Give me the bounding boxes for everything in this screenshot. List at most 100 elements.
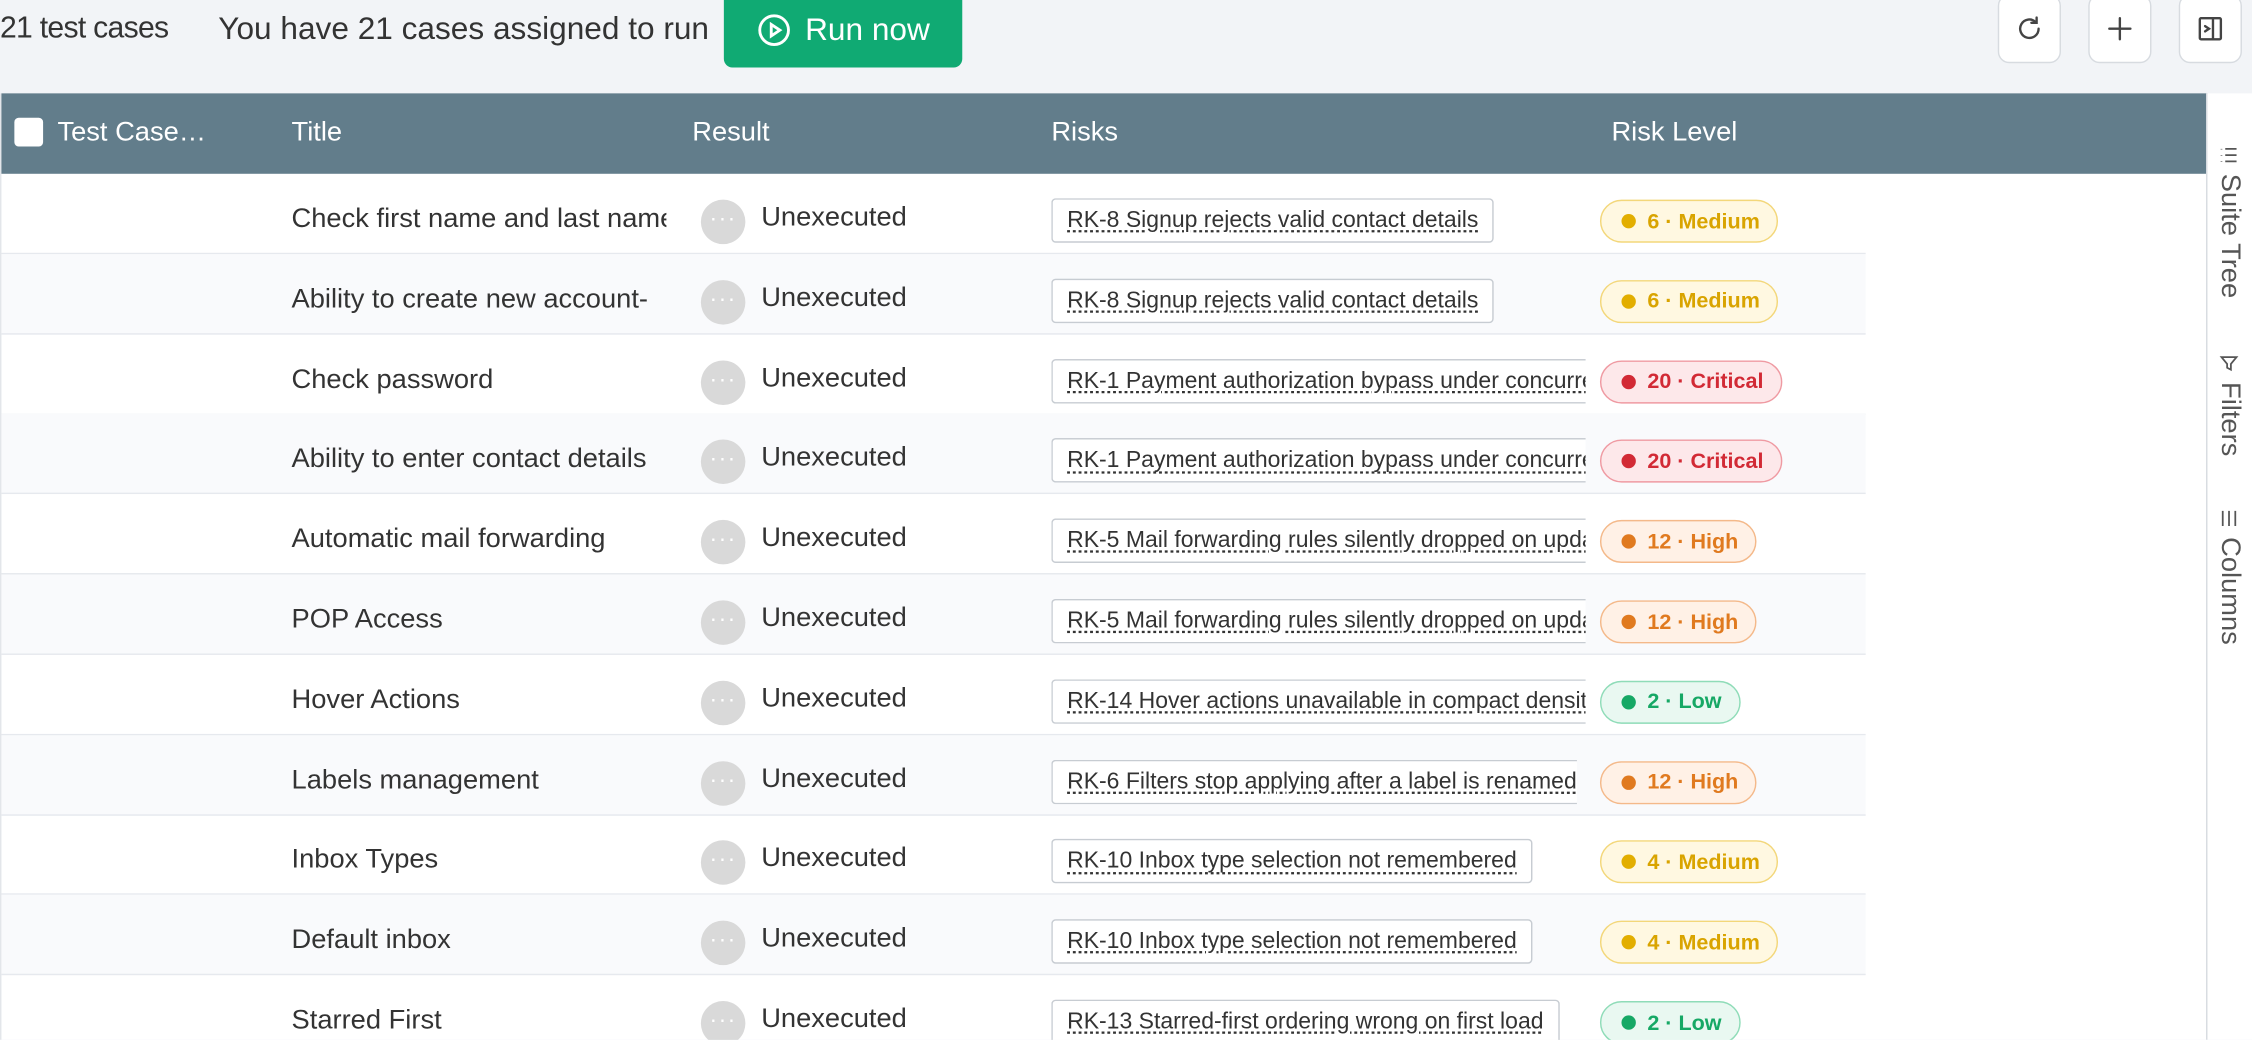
select-all-checkbox[interactable] (14, 117, 44, 147)
risk-link[interactable]: RK-1 Payment authorization bypass under … (1051, 358, 1586, 403)
risk-level-label: 6 · Medium (1647, 208, 1760, 234)
risk-link-label: RK-1 Payment authorization bypass under … (1067, 448, 1585, 474)
row-result: Unexecuted (761, 1003, 907, 1035)
severity-dot-icon (1621, 454, 1636, 469)
risk-level-label: 20 · Critical (1647, 449, 1764, 474)
list-tree-icon (2220, 147, 2237, 163)
table-row[interactable]: Inbox Types ··· Unexecuted RK-10 Inbox type… (1, 815, 1866, 896)
table-row[interactable]: Starred First ··· Unexecuted RK-13 Starred-… (1, 975, 1865, 1040)
risk-cell: RK-14 Hover actions unavailable in compa… (1051, 679, 1586, 725)
column-header-risks[interactable]: Risks (1051, 118, 1118, 150)
play-circle-icon (757, 13, 790, 46)
more-options-icon[interactable]: ··· (700, 199, 746, 245)
risk-level-badge: 12 · High (1599, 520, 1757, 564)
column-header-test-case[interactable]: Test Case… (57, 118, 206, 150)
column-header-title[interactable]: Title (292, 118, 343, 150)
table-row[interactable]: Hover Actions ··· Unexecuted RK-14 Hover ac… (1, 655, 1866, 736)
row-title[interactable]: Starred First (292, 1005, 667, 1037)
refresh-icon (2018, 16, 2040, 40)
filter-icon (2219, 356, 2239, 372)
table-row[interactable]: Check password ··· Unexecuted RK-1 Payment … (1, 334, 1866, 415)
row-title[interactable]: Ability to create new account- (292, 284, 667, 316)
risk-link[interactable]: RK-8 Signup rejects valid contact detail… (1051, 198, 1495, 243)
risk-link[interactable]: RK-5 Mail forwarding rules silently drop… (1051, 518, 1586, 564)
row-title[interactable]: Default inbox (292, 925, 667, 957)
risk-cell: RK-5 Mail forwarding rules silently drop… (1051, 518, 1586, 565)
severity-dot-icon (1621, 374, 1636, 389)
table-header: Test Case… Title Result Risks Risk Level (1, 93, 2208, 174)
column-header-risk-level[interactable]: Risk Level (1611, 118, 1737, 150)
risk-link[interactable]: RK-14 Hover actions unavailable in compa… (1051, 679, 1586, 724)
risk-link-label: RK-10 Inbox type selection not remembere… (1067, 849, 1517, 874)
more-options-icon[interactable]: ··· (700, 760, 746, 806)
page: 21 test cases You have 21 cases assigned… (0, 0, 2252, 1040)
row-title[interactable]: Hover Actions (292, 685, 667, 717)
add-button[interactable] (2088, 0, 2152, 64)
severity-dot-icon (1621, 855, 1636, 870)
run-now-button[interactable]: Run now (723, 0, 963, 68)
risk-link-label: RK-8 Signup rejects valid contact detail… (1067, 288, 1479, 313)
risk-level-badge: 12 · High (1599, 760, 1757, 804)
refresh-button[interactable] (1997, 0, 2061, 64)
risk-cell: RK-10 Inbox type selection not remembere… (1051, 839, 1585, 885)
risk-link[interactable]: RK-6 Filters stop applying after a label… (1051, 759, 1577, 804)
more-options-icon[interactable]: ··· (700, 920, 746, 966)
collapse-panel-button[interactable] (2178, 0, 2242, 64)
columns-icon (2221, 510, 2237, 527)
more-options-icon[interactable]: ··· (700, 520, 746, 565)
table-row[interactable]: Ability to enter contact details ··· Unexe… (1, 414, 1866, 495)
more-options-icon[interactable]: ··· (700, 600, 746, 645)
risk-level-label: 2 · Low (1647, 689, 1722, 715)
rail-filters-label: Filters (2214, 382, 2245, 457)
risk-link[interactable]: RK-1 Payment authorization bypass under … (1051, 438, 1586, 484)
risk-link[interactable]: RK-13 Starred-first ordering wrong on fi… (1051, 999, 1560, 1040)
risk-link-label: RK-8 Signup rejects valid contact detail… (1067, 208, 1479, 233)
severity-dot-icon (1621, 935, 1636, 950)
table-row[interactable]: Check first name and last name ··· Unexecu… (1, 174, 1866, 255)
row-title[interactable]: Automatic mail forwarding (292, 524, 667, 556)
rail-columns-label: Columns (2214, 537, 2245, 645)
risk-level-label: 12 · High (1647, 529, 1739, 554)
row-result: Unexecuted (761, 843, 907, 874)
table-row[interactable]: Default inbox ··· Unexecuted RK-10 Inbox ty… (1, 895, 1866, 976)
severity-dot-icon (1621, 694, 1636, 710)
severity-dot-icon (1621, 294, 1636, 309)
run-now-label: Run now (805, 10, 930, 47)
risk-cell: RK-1 Payment authorization bypass under … (1051, 358, 1586, 404)
more-options-icon[interactable]: ··· (700, 440, 746, 485)
more-options-icon[interactable]: ··· (700, 1001, 746, 1040)
row-title[interactable]: Ability to enter contact details (292, 444, 667, 476)
table-row[interactable]: Ability to create new account- ··· Unexecu… (1, 253, 1866, 335)
risk-level-badge: 2 · Low (1599, 680, 1741, 724)
risk-link-label: RK-13 Starred-first ordering wrong on fi… (1067, 1009, 1544, 1035)
risk-link[interactable]: RK-5 Mail forwarding rules silently drop… (1051, 598, 1586, 644)
rail-filters[interactable]: Filters (2213, 353, 2245, 456)
risk-link[interactable]: RK-10 Inbox type selection not remembere… (1051, 839, 1533, 884)
column-header-result[interactable]: Result (692, 118, 769, 150)
risk-link-label: RK-6 Filters stop applying after a label… (1067, 769, 1577, 794)
row-title[interactable]: Inbox Types (292, 845, 667, 877)
row-result: Unexecuted (761, 683, 907, 714)
rail-suite-tree[interactable]: Suite Tree (2213, 145, 2245, 298)
severity-dot-icon (1621, 534, 1636, 549)
row-title[interactable]: Check password (292, 364, 667, 396)
more-options-icon[interactable]: ··· (700, 680, 746, 725)
risk-cell: RK-6 Filters stop applying after a label… (1051, 759, 1585, 805)
more-options-icon[interactable]: ··· (700, 840, 746, 886)
risk-cell: RK-10 Inbox type selection not remembere… (1051, 919, 1585, 965)
table-row[interactable]: Labels management ··· Unexecuted RK-6 Filte… (1, 734, 1866, 816)
more-options-icon[interactable]: ··· (700, 279, 746, 325)
table-row[interactable]: Automatic mail forwarding ··· Unexecuted RK… (1, 494, 1866, 575)
row-title[interactable]: Labels management (292, 765, 667, 797)
risk-cell: RK-8 Signup rejects valid contact detail… (1051, 278, 1585, 324)
row-result: Unexecuted (761, 603, 907, 634)
more-options-icon[interactable]: ··· (700, 359, 746, 405)
risk-link[interactable]: RK-8 Signup rejects valid contact detail… (1051, 278, 1495, 323)
risk-link[interactable]: RK-10 Inbox type selection not remembere… (1051, 919, 1533, 964)
rail-columns[interactable]: Columns (2213, 508, 2245, 645)
table-row[interactable]: POP Access ··· Unexecuted RK-5 Mail forward… (1, 574, 1866, 655)
row-title[interactable]: POP Access (292, 605, 667, 637)
right-side-rail: Suite Tree Filters Columns (2206, 93, 2252, 1040)
risk-cell: RK-5 Mail forwarding rules silently drop… (1051, 598, 1586, 645)
row-title[interactable]: Check first name and last name (292, 204, 667, 236)
